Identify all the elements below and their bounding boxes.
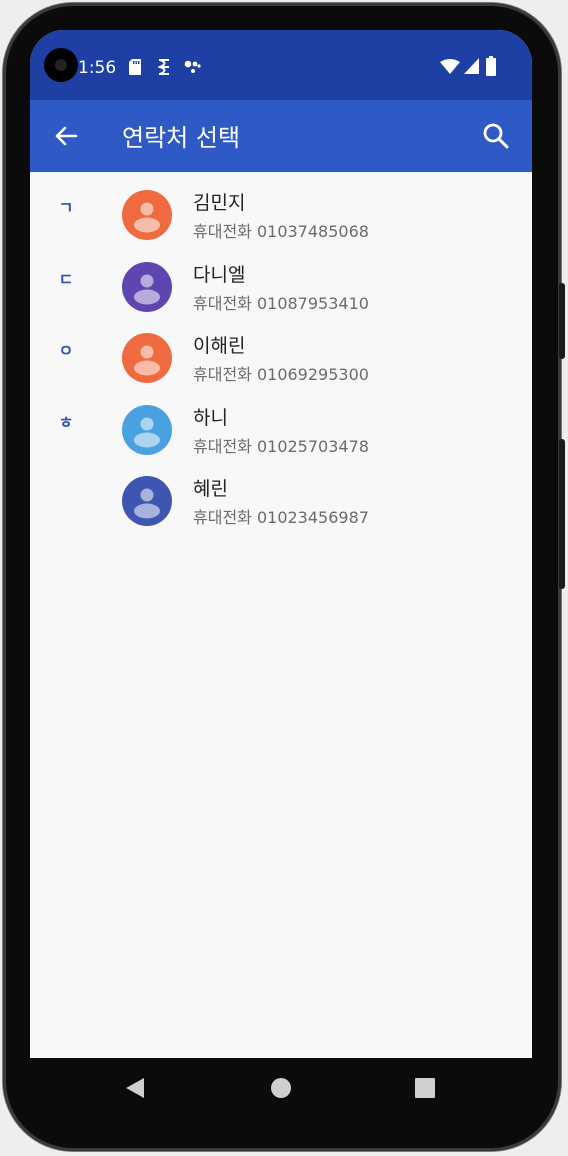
navigation-bar [30,1058,532,1120]
contact-phone: 휴대전화 01023456987 [193,508,369,527]
contact-phone: 휴대전화 01025703478 [193,436,369,456]
nav-recents-icon[interactable] [414,1076,436,1100]
battery-icon [486,56,496,76]
page-title: 연락처 선택 [122,124,241,152]
power-button [559,283,565,359]
avatar-person-icon [122,404,172,455]
avatar-person-icon [122,190,172,240]
nav-back-icon[interactable] [124,1076,146,1100]
cell-signal-icon [464,58,479,74]
nav-home-icon[interactable] [270,1076,292,1100]
screen: 1:56 연락처 선택 ㄱ 김민지 휴대전화 01037485068 ㄷ 다니엘… [30,30,532,1058]
contact-phone: 휴대전화 01069295300 [193,365,369,384]
index-letter: ㅎ [58,412,74,432]
status-bar: 1:56 [30,30,532,100]
sd-card-icon [129,59,141,75]
assistant-dots-icon [184,60,201,73]
avatar-person-icon [122,476,172,526]
contact-row[interactable]: ㄷ 다니엘휴대전화 01087953410 [30,244,532,316]
status-time: 1:56 [78,58,117,78]
wifi-icon [440,59,460,74]
index-letter: ㄱ [58,198,74,217]
contact-name: 혜린 [193,478,228,500]
contact-row[interactable]: ㅎ 하니휴대전화 01025703478 [30,387,532,459]
index-letter: ㅇ [58,341,74,360]
contact-name: 하니 [193,406,228,429]
app-bar: 연락처 선택 [30,100,532,172]
contact-phone: 휴대전화 01087953410 [193,293,369,313]
contact-name: 다니엘 [193,263,246,286]
contact-phone: 휴대전화 01037485068 [193,222,369,241]
contact-row[interactable]: 혜린휴대전화 01023456987 [30,458,532,530]
contact-list: ㄱ 김민지휴대전화 01037485068 ㄷ 다니엘휴대전화 01087953410… [30,172,532,530]
arrow-back-icon[interactable] [50,120,82,152]
contact-row[interactable]: ㅇ 이해린휴대전화 01069295300 [30,315,532,387]
signal-test-icon [157,59,169,75]
avatar-person-icon [122,333,172,383]
contact-name: 이해린 [193,335,246,357]
volume-button [559,439,565,589]
avatar-person-icon [122,261,172,312]
index-letter: ㄷ [58,269,74,289]
contact-name: 김민지 [193,192,246,214]
search-icon[interactable] [480,120,512,152]
front-camera [44,48,78,82]
contact-row[interactable]: ㄱ 김민지휴대전화 01037485068 [30,172,532,244]
